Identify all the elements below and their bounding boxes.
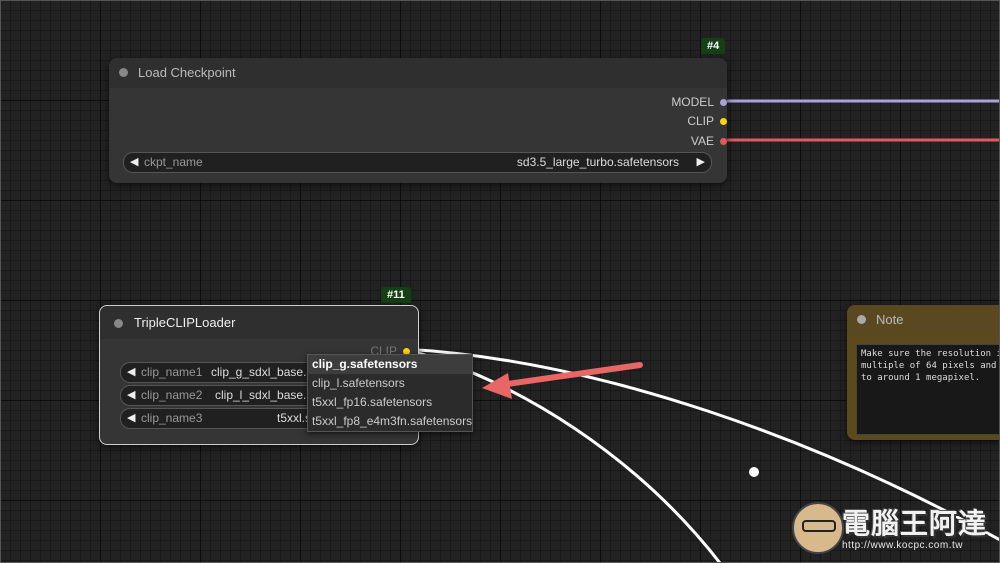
widget-name: clip_name1 bbox=[141, 365, 203, 379]
watermark-title: 電腦王阿達 bbox=[842, 507, 988, 540]
output-slot-icon[interactable] bbox=[720, 138, 727, 146]
widget-value: clip_l_sdxl_base.s bbox=[215, 388, 313, 402]
node-id-badge: #4 bbox=[701, 38, 726, 54]
output-slot-icon[interactable] bbox=[720, 99, 727, 107]
output-model[interactable]: MODEL bbox=[671, 95, 727, 109]
widget-value: t5xxl.s bbox=[277, 411, 312, 425]
left-arrow-icon[interactable]: ◀ bbox=[127, 388, 135, 401]
right-arrow-icon[interactable]: ▶ bbox=[697, 155, 705, 168]
collapse-dot-icon[interactable] bbox=[114, 319, 123, 328]
left-arrow-icon[interactable]: ◀ bbox=[127, 411, 135, 424]
output-label: CLIP bbox=[687, 114, 714, 128]
node-title: Load Checkpoint bbox=[138, 65, 236, 80]
left-arrow-icon[interactable]: ◀ bbox=[127, 365, 135, 378]
node-title-bar[interactable]: TripleCLIPLoader bbox=[100, 306, 418, 339]
collapse-dot-icon[interactable] bbox=[119, 68, 128, 77]
output-label: MODEL bbox=[671, 95, 714, 109]
output-vae[interactable]: VAE bbox=[691, 134, 727, 148]
node-title: Note bbox=[876, 312, 904, 327]
watermark-url: http://www.kocpc.com.tw bbox=[842, 540, 963, 551]
menu-item-t5xxl-fp8[interactable]: t5xxl_fp8_e4m3fn.safetensors bbox=[308, 412, 472, 431]
note-node[interactable]: Note Make sure the resolution i multiple… bbox=[847, 305, 1000, 440]
node-title-bar[interactable]: Note bbox=[847, 305, 1000, 335]
widget-value: clip_g_sdxl_base.s bbox=[211, 365, 313, 379]
mascot-face-icon bbox=[792, 502, 844, 554]
menu-item-clip-l[interactable]: clip_l.safetensors bbox=[308, 374, 472, 393]
output-label: VAE bbox=[690, 134, 714, 148]
widget-name: ckpt_name bbox=[144, 155, 203, 169]
load-checkpoint-node[interactable]: Load Checkpoint MODEL CLIP VAE ◀ ckpt_na… bbox=[109, 58, 727, 183]
left-arrow-icon[interactable]: ◀ bbox=[130, 155, 138, 168]
note-text-area[interactable]: Make sure the resolution i multiple of 6… bbox=[856, 344, 1000, 435]
ckpt-name-widget[interactable]: ◀ ckpt_name sd3.5_large_turbo.safetensor… bbox=[123, 152, 712, 173]
watermark-logo: 電腦王阿達 http://www.kocpc.com.tw bbox=[790, 500, 995, 558]
link-midpoint-handle[interactable] bbox=[749, 467, 759, 477]
menu-item-t5xxl-fp16[interactable]: t5xxl_fp16.safetensors bbox=[308, 393, 472, 412]
widget-name: clip_name2 bbox=[141, 388, 203, 402]
collapse-dot-icon[interactable] bbox=[857, 315, 866, 324]
node-id-badge: #11 bbox=[381, 287, 411, 303]
node-title: TripleCLIPLoader bbox=[134, 315, 236, 330]
output-clip[interactable]: CLIP bbox=[687, 114, 727, 128]
widget-name: clip_name3 bbox=[141, 411, 203, 425]
output-slot-icon[interactable] bbox=[720, 118, 727, 126]
clip-name-dropdown-menu[interactable]: clip_g.safetensors clip_l.safetensors t5… bbox=[307, 354, 473, 432]
menu-item-clip-g[interactable]: clip_g.safetensors bbox=[308, 355, 472, 374]
node-title-bar[interactable]: Load Checkpoint bbox=[109, 58, 727, 88]
widget-value: sd3.5_large_turbo.safetensors bbox=[516, 155, 679, 169]
